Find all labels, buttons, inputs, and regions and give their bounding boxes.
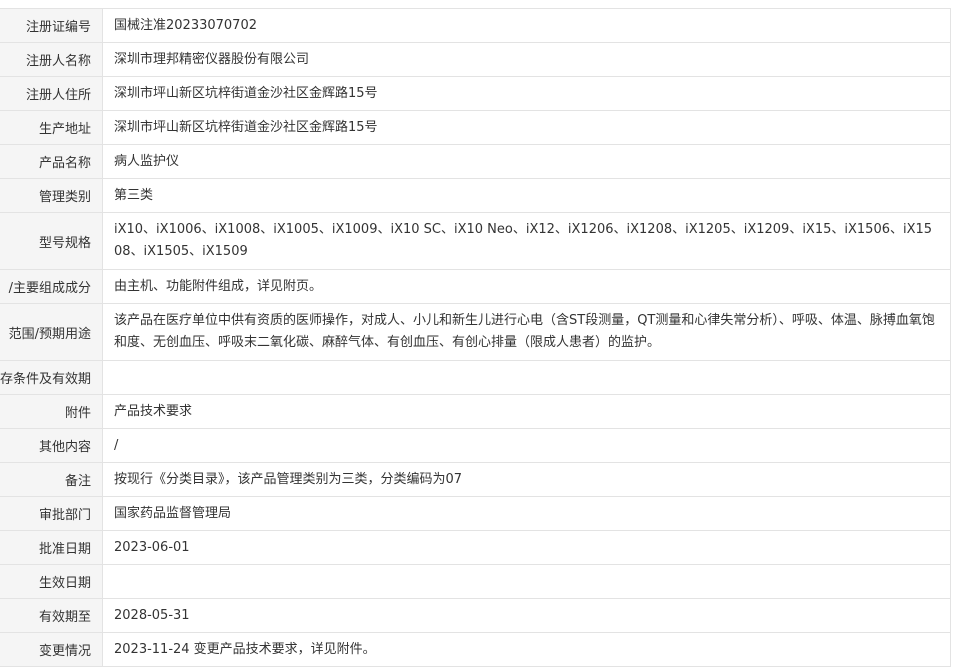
row-label: 生产地址 (0, 110, 103, 145)
row-value: 国械注准20233070702 (102, 8, 951, 43)
row-value: 2023-11-24 变更产品技术要求，详见附件。 (102, 632, 951, 667)
row-remarks: 备注 按现行《分类目录》，该产品管理类别为三类，分类编码为07 (0, 462, 951, 497)
row-value: 深圳市理邦精密仪器股份有限公司 (102, 42, 951, 77)
registration-info-panel: 注册证编号 国械注准20233070702 注册人名称 深圳市理邦精密仪器股份有… (0, 8, 951, 667)
row-label: /主要组成成分 (0, 269, 103, 304)
row-value: 国家药品监督管理局 (102, 496, 951, 531)
row-label: 有效期至 (0, 598, 103, 633)
row-label: 批准日期 (0, 530, 103, 565)
row-label: 型号规格 (0, 212, 103, 270)
row-value: 由主机、功能附件组成，详见附页。 (102, 269, 951, 304)
row-label: 注册人住所 (0, 76, 103, 111)
row-product-name: 产品名称 病人监护仪 (0, 144, 951, 179)
row-label: 其他内容 (0, 428, 103, 463)
row-value (102, 564, 951, 599)
row-label: 注册人名称 (0, 42, 103, 77)
row-label: 管理类别 (0, 178, 103, 213)
row-label: 变更情况 (0, 632, 103, 667)
row-label: 注册证编号 (0, 8, 103, 43)
row-approval-date: 批准日期 2023-06-01 (0, 530, 951, 565)
row-intended-use: 范围/预期用途 该产品在医疗单位中供有资质的医师操作，对成人、小儿和新生儿进行心… (0, 303, 951, 361)
registration-info-table: 注册证编号 国械注准20233070702 注册人名称 深圳市理邦精密仪器股份有… (0, 8, 951, 667)
row-value: 第三类 (102, 178, 951, 213)
row-label: 范围/预期用途 (0, 303, 103, 361)
row-value: 该产品在医疗单位中供有资质的医师操作，对成人、小儿和新生儿进行心电（含ST段测量… (102, 303, 951, 361)
row-value: 2028-05-31 (102, 598, 951, 633)
row-management-category: 管理类别 第三类 (0, 178, 951, 213)
row-label: 审批部门 (0, 496, 103, 531)
row-label: 备注 (0, 462, 103, 497)
row-registrant-name: 注册人名称 深圳市理邦精密仪器股份有限公司 (0, 42, 951, 77)
row-registrant-address: 注册人住所 深圳市坪山新区坑梓街道金沙社区金辉路15号 (0, 76, 951, 111)
row-approval-department: 审批部门 国家药品监督管理局 (0, 496, 951, 531)
row-model-spec: 型号规格 iX10、iX1006、iX1008、iX1005、iX1009、iX… (0, 212, 951, 270)
row-label: 存条件及有效期 (0, 360, 103, 395)
row-value: iX10、iX1006、iX1008、iX1005、iX1009、iX10 SC… (102, 212, 951, 270)
row-expiry-date: 有效期至 2028-05-31 (0, 598, 951, 633)
row-label: 产品名称 (0, 144, 103, 179)
row-effective-date: 生效日期 (0, 564, 951, 599)
row-composition: /主要组成成分 由主机、功能附件组成，详见附页。 (0, 269, 951, 304)
row-change-history: 变更情况 2023-11-24 变更产品技术要求，详见附件。 (0, 632, 951, 667)
row-value (102, 360, 951, 395)
row-value: / (102, 428, 951, 463)
row-value: 深圳市坪山新区坑梓街道金沙社区金辉路15号 (102, 110, 951, 145)
row-attachment: 附件 产品技术要求 (0, 394, 951, 429)
row-value: 病人监护仪 (102, 144, 951, 179)
row-registration-number: 注册证编号 国械注准20233070702 (0, 8, 951, 43)
row-value: 按现行《分类目录》，该产品管理类别为三类，分类编码为07 (102, 462, 951, 497)
row-storage-validity: 存条件及有效期 (0, 360, 951, 395)
row-label: 附件 (0, 394, 103, 429)
row-value: 产品技术要求 (102, 394, 951, 429)
row-production-address: 生产地址 深圳市坪山新区坑梓街道金沙社区金辉路15号 (0, 110, 951, 145)
row-label: 生效日期 (0, 564, 103, 599)
row-other-content: 其他内容 / (0, 428, 951, 463)
row-value: 2023-06-01 (102, 530, 951, 565)
row-value: 深圳市坪山新区坑梓街道金沙社区金辉路15号 (102, 76, 951, 111)
